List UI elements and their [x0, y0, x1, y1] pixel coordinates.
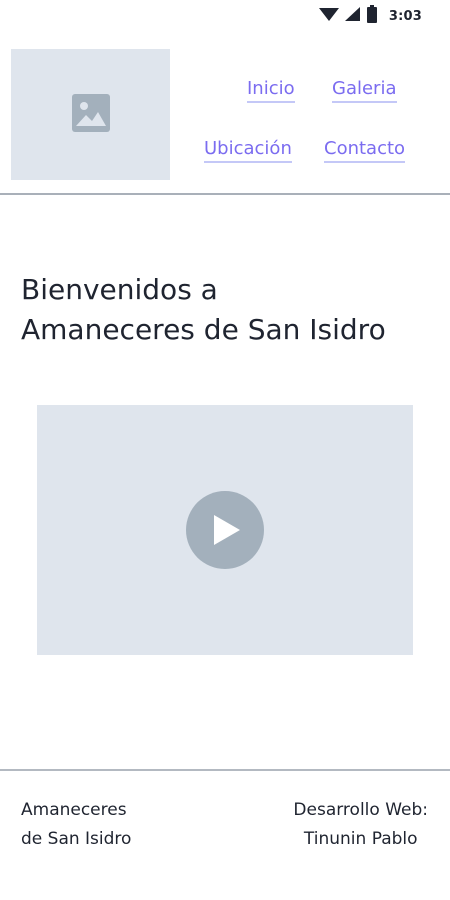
- status-bar: 3:03: [0, 0, 450, 32]
- play-icon: [214, 515, 240, 545]
- footer-site-name-line2: de San Isidro: [21, 829, 132, 849]
- signal-icon: [344, 6, 361, 26]
- footer-site-name-line1: Amaneceres: [21, 800, 127, 820]
- header-divider: [0, 193, 450, 195]
- welcome-title: Bienvenidos a Amaneceres de San Isidro: [21, 270, 431, 350]
- image-placeholder-icon: [71, 93, 110, 136]
- nav-link-contacto[interactable]: Contacto: [324, 138, 406, 163]
- footer-divider: [0, 769, 450, 771]
- status-time: 3:03: [388, 8, 422, 24]
- footer-credits-line1: Desarrollo Web:: [293, 800, 428, 820]
- welcome-title-line1: Bienvenidos a: [21, 273, 218, 306]
- welcome-title-line2: Amaneceres de San Isidro: [21, 313, 386, 346]
- video-placeholder[interactable]: [37, 405, 413, 655]
- footer-credits: Desarrollo Web: Tinunin Pablo: [293, 796, 428, 854]
- wifi-icon: [318, 6, 339, 26]
- nav-link-galeria[interactable]: Galeria: [332, 78, 397, 103]
- nav-link-ubicacion[interactable]: Ubicación: [204, 138, 292, 163]
- status-icons: 3:03: [318, 5, 422, 27]
- nav-link-inicio[interactable]: Inicio: [247, 78, 295, 103]
- battery-icon: [366, 5, 377, 27]
- logo-image-placeholder[interactable]: [11, 49, 170, 180]
- footer-credits-line2: Tinunin Pablo: [303, 829, 418, 849]
- footer-site-name: Amaneceres de San Isidro: [21, 796, 131, 854]
- play-button[interactable]: [186, 491, 264, 569]
